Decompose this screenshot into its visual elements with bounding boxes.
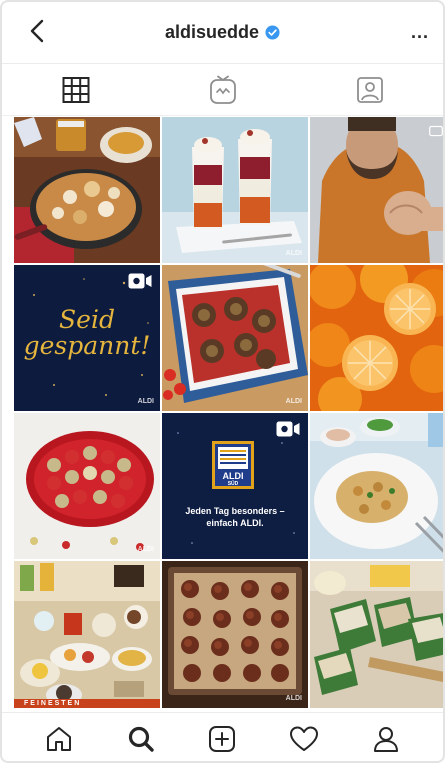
post-image	[310, 413, 443, 559]
tagged-icon	[356, 76, 383, 103]
verified-badge-icon	[265, 25, 280, 40]
aldi-logo-line2: SÜD	[227, 481, 239, 487]
post-image	[14, 413, 160, 559]
post-dessert-glasses[interactable]: ALDI	[162, 117, 308, 263]
video-camera-icon	[128, 273, 152, 289]
tab-igtv[interactable]	[149, 64, 296, 115]
nav-activity[interactable]	[282, 717, 326, 761]
post-image	[310, 117, 443, 263]
post-hoodie-man[interactable]	[310, 117, 443, 263]
profile-header: aldisuedde ...	[2, 2, 443, 64]
aldi-logo-line1: ALDI	[222, 471, 244, 481]
new-post-icon	[209, 725, 236, 752]
post-packaged-food[interactable]	[310, 561, 443, 708]
home-icon	[46, 726, 71, 751]
nav-home[interactable]	[37, 717, 81, 761]
aldi-watermark: ALDI	[137, 398, 154, 405]
aldi-watermark: ALDI	[285, 695, 302, 702]
phone-frame: aldisuedde ... ALDI Seid gespannt! ALDI …	[0, 0, 445, 763]
post-image	[162, 265, 308, 411]
post-cookies-tray[interactable]: ALDI	[162, 561, 308, 708]
aldi-slogan-line1: Jeden Tag besonders –	[185, 506, 285, 516]
aldi-slogan: Jeden Tag besonders – einfach ALDI.	[162, 505, 308, 529]
bottom-navigation	[2, 712, 443, 761]
search-icon	[128, 726, 154, 752]
nav-profile[interactable]	[364, 717, 408, 761]
posts-grid: ALDI Seid gespannt! ALDI ALDI ALDI ALDI …	[14, 117, 443, 709]
aldi-slogan-line2: einfach ALDI.	[206, 518, 264, 528]
profile-title: aldisuedde	[165, 22, 280, 43]
profile-tabs	[2, 64, 443, 116]
post-image	[310, 561, 443, 708]
nav-new-post[interactable]	[200, 717, 244, 761]
aldi-watermark: ALDI	[137, 546, 154, 553]
video-icon	[429, 125, 443, 137]
igtv-icon	[209, 75, 236, 104]
tab-posts-grid[interactable]	[2, 64, 149, 115]
activity-heart-icon	[290, 726, 319, 751]
post-kaiserschmarrn[interactable]	[14, 117, 160, 263]
post-foot-strip: FEINESTEN	[14, 699, 160, 708]
profile-icon	[374, 726, 399, 752]
seid-gespannt-text: Seid gespannt!	[23, 305, 151, 360]
grid-icon	[62, 76, 89, 103]
tab-tagged[interactable]	[296, 64, 443, 115]
post-candy-wreath[interactable]: ALDI	[14, 413, 160, 559]
post-image	[162, 561, 308, 708]
post-pasta-plate[interactable]	[310, 413, 443, 559]
post-aldi-slogan[interactable]: ALDI SÜD Jeden Tag besonders – einfach A…	[162, 413, 308, 559]
more-options-button[interactable]: ...	[411, 22, 429, 43]
post-breakfast-table[interactable]: FEINESTEN	[14, 561, 160, 708]
back-icon[interactable]	[26, 17, 50, 45]
post-stuffed-mushrooms[interactable]: ALDI	[162, 265, 308, 411]
post-image	[310, 265, 443, 411]
aldi-logo-text: ALDI SÜD	[212, 471, 254, 487]
post-image	[162, 117, 308, 263]
aldi-watermark: ALDI	[285, 250, 302, 257]
post-image	[14, 561, 160, 708]
video-camera-icon	[276, 421, 300, 437]
post-oranges[interactable]	[310, 265, 443, 411]
nav-search[interactable]	[119, 717, 163, 761]
aldi-watermark: ALDI	[285, 398, 302, 405]
username: aldisuedde	[164, 22, 260, 42]
post-seid-gespannt[interactable]: Seid gespannt! ALDI	[14, 265, 160, 411]
post-image	[14, 117, 160, 263]
